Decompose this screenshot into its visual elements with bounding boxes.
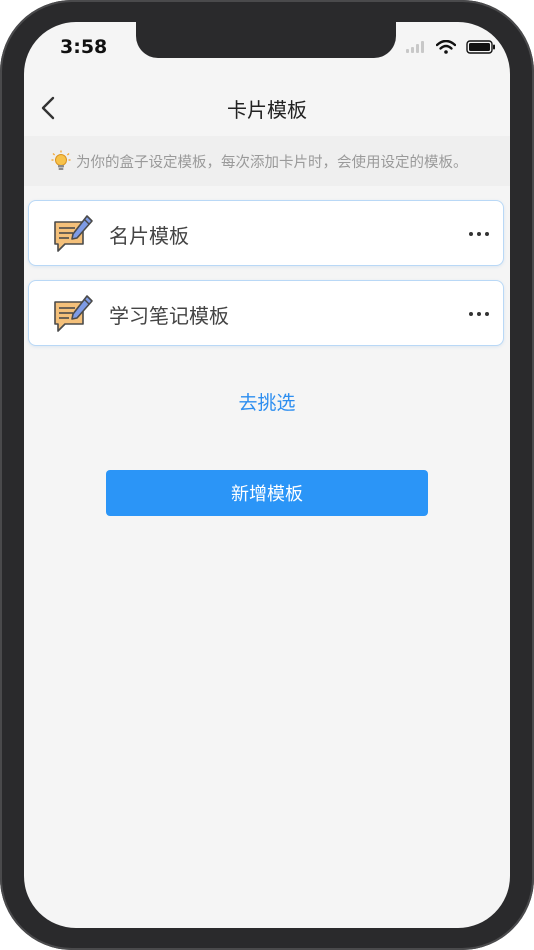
status-time: 3:58 (60, 36, 108, 58)
device-notch (136, 22, 396, 58)
app-screen: 3:58 卡片模板 为你的盒子设定模板，每次添加卡片时，会使用设定的模板。 名片… (24, 22, 510, 928)
more-icon[interactable] (467, 223, 491, 245)
more-icon[interactable] (467, 303, 491, 325)
template-label: 学习笔记模板 (109, 304, 229, 328)
status-icons (406, 40, 496, 54)
add-template-button[interactable]: 新增模板 (106, 470, 428, 516)
wifi-icon (436, 40, 456, 54)
note-edit-icon (54, 215, 93, 252)
page-title: 卡片模板 (227, 98, 307, 122)
tip-text: 为你的盒子设定模板，每次添加卡片时，会使用设定的模板。 (76, 154, 468, 171)
tip-banner: 为你的盒子设定模板，每次添加卡片时，会使用设定的模板。 (24, 136, 510, 186)
signal-icon (406, 41, 424, 53)
nav-bar: 卡片模板 (24, 82, 510, 132)
lightbulb-icon (51, 150, 71, 170)
phone-frame: 3:58 卡片模板 为你的盒子设定模板，每次添加卡片时，会使用设定的模板。 名片… (0, 0, 534, 950)
template-label: 名片模板 (109, 224, 189, 248)
note-edit-icon (54, 295, 93, 332)
pick-template-link[interactable]: 去挑选 (24, 388, 510, 415)
template-card[interactable]: 名片模板 (28, 200, 504, 266)
template-card[interactable]: 学习笔记模板 (28, 280, 504, 346)
battery-icon (466, 40, 495, 54)
